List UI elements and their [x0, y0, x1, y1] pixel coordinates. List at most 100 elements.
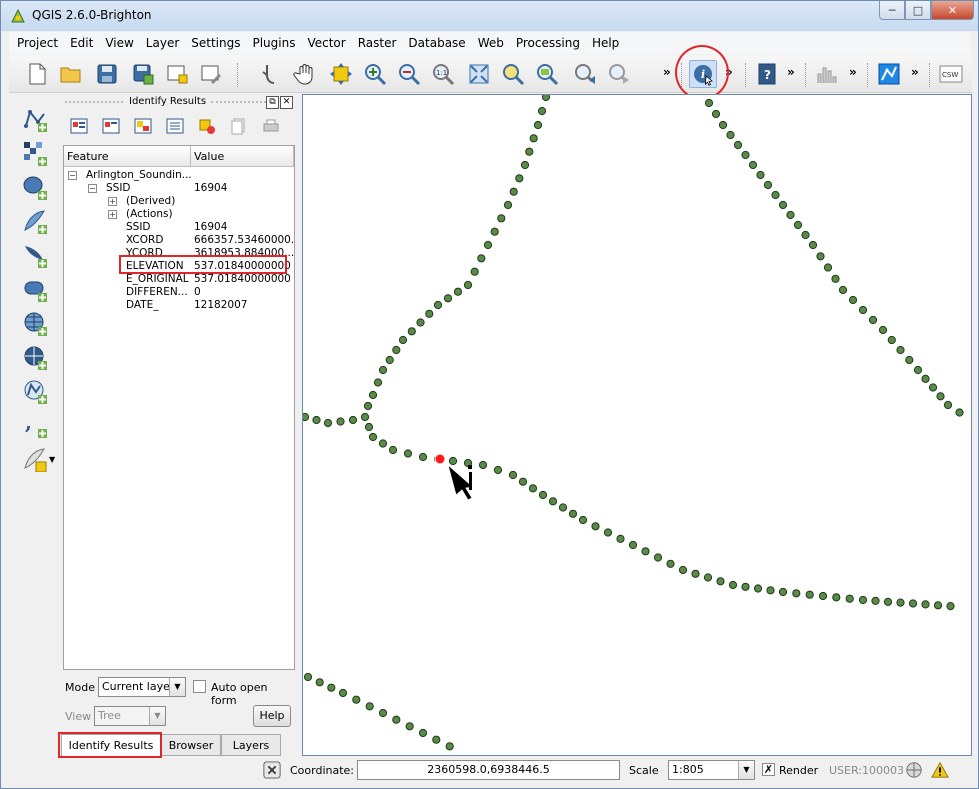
sounding-point[interactable] [955, 408, 964, 417]
sounding-point[interactable] [936, 392, 945, 401]
sounding-point[interactable] [816, 252, 825, 261]
sounding-point[interactable] [666, 559, 675, 568]
sounding-point[interactable] [818, 591, 828, 601]
sounding-point[interactable] [537, 106, 547, 116]
sounding-point[interactable] [388, 445, 398, 455]
sounding-point[interactable] [896, 345, 905, 355]
toggle-extents-icon[interactable] [261, 759, 283, 781]
open-form-icon[interactable] [164, 115, 186, 137]
sounding-point[interactable] [766, 586, 775, 595]
expand-derived-icon[interactable]: + [108, 197, 117, 206]
open-project-icon[interactable] [57, 60, 85, 88]
sounding-point[interactable] [778, 587, 788, 597]
sounding-point[interactable] [741, 582, 750, 591]
menu-view[interactable]: View [99, 32, 139, 54]
expand-actions-icon[interactable]: + [108, 210, 117, 219]
composer-manager-icon[interactable] [197, 60, 225, 88]
sounding-point[interactable] [432, 735, 441, 744]
sounding-point[interactable] [303, 412, 310, 422]
sounding-point[interactable] [378, 708, 388, 718]
sounding-point[interactable] [478, 460, 488, 470]
sounding-point[interactable] [905, 355, 914, 365]
identify-results-tree[interactable]: Feature Value − Arlington_Soundin... − S… [63, 145, 295, 670]
toolbar-more-1[interactable]: » [663, 65, 671, 79]
sounding-point[interactable] [763, 180, 773, 190]
add-delimited-text-layer-icon[interactable]: , [21, 411, 49, 439]
maximize-button[interactable]: □ [905, 1, 931, 20]
sounding-point[interactable] [392, 715, 401, 724]
tab-layers[interactable]: Layers [221, 734, 281, 756]
sounding-point[interactable] [753, 584, 763, 593]
sounding-point[interactable] [405, 722, 414, 731]
render-checkbox[interactable]: ✗ [762, 763, 775, 776]
sounding-point[interactable] [678, 565, 688, 575]
sounding-point[interactable] [378, 365, 388, 375]
sounding-point[interactable] [338, 688, 348, 698]
touch-zoom-pan-icon[interactable] [255, 60, 283, 88]
warning-icon[interactable] [929, 759, 951, 781]
sounding-point[interactable] [348, 415, 358, 425]
help-button[interactable]: Help [253, 705, 291, 727]
sounding-point[interactable] [385, 355, 394, 365]
sounding-point[interactable] [407, 327, 416, 336]
sounding-point[interactable] [838, 285, 848, 295]
sounding-point[interactable] [858, 595, 868, 605]
sounding-point[interactable] [832, 593, 841, 602]
add-raster-layer-icon[interactable] [21, 139, 49, 167]
print-response-icon[interactable] [260, 115, 282, 137]
zoom-out-icon[interactable] [395, 60, 423, 88]
sounding-point[interactable] [845, 594, 854, 603]
feature-row[interactable]: − SSID 16904 [64, 182, 294, 195]
sounding-point[interactable] [448, 456, 458, 466]
sounding-point[interactable] [453, 287, 463, 296]
sounding-point[interactable] [808, 240, 818, 250]
sounding-point[interactable] [538, 490, 548, 500]
menu-layer[interactable]: Layer [140, 32, 185, 54]
sounding-point[interactable] [528, 484, 538, 493]
panel-title-bar[interactable]: Identify Results ⧉ ✕ [61, 95, 296, 111]
sounding-point[interactable] [858, 305, 868, 315]
sounding-point[interactable] [778, 200, 788, 210]
sounding-point[interactable] [704, 98, 714, 108]
scale-select[interactable]: 1:805 ▼ [668, 760, 755, 780]
sounding-point[interactable] [445, 742, 454, 751]
sounding-point[interactable] [653, 553, 663, 562]
sounding-point[interactable] [312, 415, 321, 425]
sounding-point[interactable] [443, 294, 453, 303]
sounding-point[interactable] [641, 547, 650, 556]
value-column-header[interactable]: Value [191, 146, 294, 167]
zoom-to-layer-icon[interactable] [533, 60, 561, 88]
sounding-point[interactable] [363, 401, 373, 411]
menu-help[interactable]: Help [586, 32, 625, 54]
sounding-point[interactable] [315, 678, 324, 687]
zoom-to-selection-icon[interactable] [499, 60, 527, 88]
sounding-point[interactable] [518, 477, 528, 486]
new-project-icon[interactable] [23, 60, 51, 88]
clear-results-icon[interactable] [196, 115, 218, 137]
menu-raster[interactable]: Raster [352, 32, 403, 54]
new-print-composer-icon[interactable] [163, 60, 191, 88]
sounding-point[interactable] [433, 300, 443, 310]
sounding-point[interactable] [508, 470, 518, 480]
sounding-point[interactable] [541, 95, 551, 102]
coordinate-field[interactable]: 2360598.0,6938446.5 [357, 760, 620, 780]
sounding-point[interactable] [418, 452, 428, 462]
sounding-point[interactable] [921, 374, 930, 383]
raster-histogram-icon[interactable] [813, 60, 841, 88]
sounding-point[interactable] [913, 365, 923, 375]
sounding-point[interactable] [470, 267, 479, 276]
new-shapefile-layer-icon[interactable] [21, 445, 49, 473]
collapse-layer-icon[interactable]: − [68, 171, 77, 180]
sounding-point[interactable] [509, 187, 518, 196]
minimize-button[interactable]: ─ [879, 1, 905, 20]
sounding-point[interactable] [497, 214, 506, 223]
menu-plugins[interactable]: Plugins [246, 32, 301, 54]
map-points-layer[interactable] [303, 95, 972, 756]
sounding-point[interactable] [792, 589, 801, 598]
sounding-point[interactable] [533, 120, 543, 130]
pan-to-selection-icon[interactable] [327, 60, 355, 88]
sounding-point[interactable] [463, 280, 473, 290]
sounding-point[interactable] [691, 569, 700, 578]
sounding-point[interactable] [805, 590, 814, 599]
help-contents-icon[interactable]: ? [753, 60, 781, 88]
